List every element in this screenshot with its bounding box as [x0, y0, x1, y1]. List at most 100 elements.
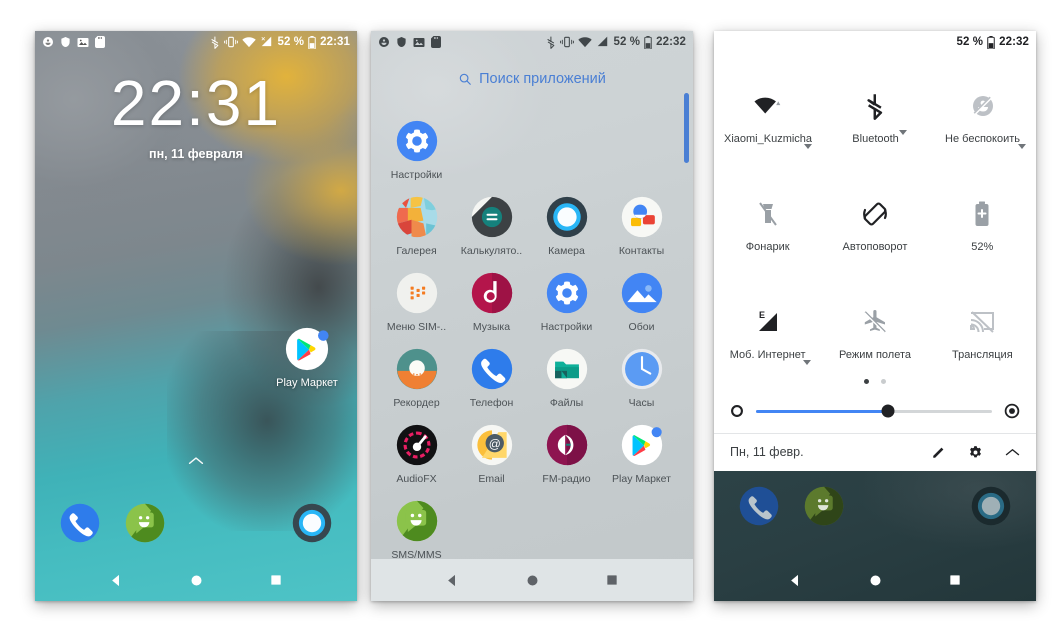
qs-tile-label: Режим полета	[838, 349, 911, 361]
app-row: Рекордер Телефон Файлы Часы	[379, 343, 683, 409]
app-sim-menu[interactable]: Меню SIM-..	[379, 267, 454, 333]
app-calculator[interactable]: Калькулято..	[454, 191, 529, 257]
app-label: Контакты	[618, 245, 665, 257]
music-icon	[470, 271, 514, 315]
drawer-scrollbar[interactable]	[684, 93, 689, 163]
sd-card-icon	[95, 36, 105, 48]
brightness-slider[interactable]	[756, 404, 992, 418]
app-music[interactable]: Музыка	[454, 267, 529, 333]
qs-tile-battery-saver[interactable]: 52%	[929, 187, 1036, 283]
svg-text:E: E	[759, 310, 765, 320]
qs-tile-do-not-disturb[interactable]: Не беспокоить	[929, 79, 1036, 175]
status-bar-right-icons: 52 % 22:32	[956, 35, 1029, 49]
dock-icon-sms-mms[interactable]	[124, 502, 166, 544]
app-phone[interactable]: Телефон	[454, 343, 529, 409]
phone-quick-settings: 52 % 22:32 Xiaomi_Kuzmicha Bluetooth Не …	[714, 31, 1036, 601]
settings-icon	[395, 119, 439, 163]
wifi-icon	[242, 36, 257, 48]
home-icon[interactable]	[189, 573, 204, 588]
app-grid: Настройки Галерея Калькулято.. Камера Ко…	[379, 115, 683, 561]
collapse-icon[interactable]	[1005, 447, 1020, 457]
shield-icon	[396, 36, 407, 48]
app-files[interactable]: Файлы	[529, 343, 604, 409]
svg-text:@: @	[488, 437, 500, 451]
chevron-down-icon[interactable]	[803, 360, 812, 365]
app-empty	[454, 115, 529, 181]
app-clock[interactable]: Часы	[604, 343, 679, 409]
chevron-down-icon[interactable]	[899, 130, 908, 135]
app-sms-mms[interactable]: SMS/MMS	[379, 495, 454, 561]
app-label: Рекордер	[393, 397, 440, 409]
brightness-low-icon	[730, 404, 744, 418]
shield-icon	[60, 36, 71, 48]
auto-rotate-icon	[821, 197, 928, 231]
app-label: Галерея	[396, 245, 437, 257]
qs-tile-wifi[interactable]: Xiaomi_Kuzmicha	[714, 79, 822, 175]
screenshot-canvas: 52 % 22:31 22:31 пн, 11 февраля Play Мар…	[0, 0, 1064, 632]
recents-icon[interactable]	[948, 573, 962, 587]
app-play-market[interactable]: Play Маркет	[604, 419, 679, 485]
back-icon[interactable]	[445, 573, 460, 588]
mobile-signal-icon	[596, 36, 609, 48]
app-recorder[interactable]: Рекордер	[379, 343, 454, 409]
edit-icon[interactable]	[931, 445, 946, 460]
qs-tile-label: Трансляция	[951, 349, 1013, 361]
app-email[interactable]: @ Email	[454, 419, 529, 485]
navigation-bar	[35, 559, 357, 601]
qs-tile-flashlight[interactable]: Фонарик	[714, 187, 821, 283]
app-label: Калькулято..	[460, 245, 523, 257]
do-not-disturb-icon	[42, 36, 54, 48]
back-icon[interactable]	[788, 573, 803, 588]
chevron-down-icon[interactable]	[804, 144, 813, 149]
status-bar-clock: 22:32	[656, 36, 686, 48]
app-audiofx[interactable]: AudioFX	[379, 419, 454, 485]
app-contacts[interactable]: Контакты	[604, 191, 679, 257]
pager-dot	[881, 379, 887, 384]
qs-tile-bluetooth[interactable]: Bluetooth	[822, 79, 929, 175]
app-camera[interactable]: Камера	[529, 191, 604, 257]
home-icon-play-market[interactable]: Play Маркет	[275, 326, 339, 389]
app-row: SMS/MMS	[379, 495, 683, 561]
qs-tile-auto-rotate[interactable]: Автоповорот	[821, 187, 928, 283]
app-empty	[604, 115, 679, 181]
dock-icon-camera[interactable]	[970, 485, 1012, 527]
brightness-fill	[756, 409, 889, 413]
vibrate-icon	[224, 36, 239, 48]
wifi-icon	[578, 36, 593, 48]
phone-lock-home-screen: 52 % 22:31 22:31 пн, 11 февраля Play Мар…	[35, 31, 357, 601]
recents-icon[interactable]	[269, 573, 283, 587]
navigation-bar	[371, 559, 693, 601]
app-label: FM-радио	[542, 473, 591, 485]
quick-settings-row: Фонарик Автоповорот 52%	[714, 187, 1036, 283]
battery-percent-label: 52 %	[956, 36, 984, 48]
home-icon[interactable]	[525, 573, 540, 588]
dock-icon-phone[interactable]	[59, 502, 101, 544]
back-icon[interactable]	[109, 573, 124, 588]
phone-icon	[470, 347, 514, 391]
bluetooth-icon	[547, 36, 556, 49]
app-gallery[interactable]: Галерея	[379, 191, 454, 257]
qs-tile-label: Фонарик	[745, 241, 790, 253]
battery-icon	[987, 35, 995, 49]
app-fm-radio[interactable]: FM-радио	[529, 419, 604, 485]
status-bar-left-icons	[42, 36, 105, 48]
app-settings-2[interactable]: Настройки	[529, 267, 604, 333]
dock-icon-sms-mms[interactable]	[803, 485, 845, 527]
gear-icon[interactable]	[968, 445, 983, 460]
footer-date: Пн, 11 февр.	[730, 445, 804, 459]
recents-icon[interactable]	[605, 573, 619, 587]
app-search-bar[interactable]: Поиск приложений	[371, 67, 693, 91]
dock-icon-camera[interactable]	[291, 502, 333, 544]
home-icon[interactable]	[868, 573, 883, 588]
dock-icon-phone[interactable]	[738, 485, 780, 527]
chevron-up-icon[interactable]	[35, 456, 357, 465]
app-empty	[454, 495, 529, 561]
files-icon	[545, 347, 589, 391]
settings-icon	[545, 271, 589, 315]
chevron-down-icon[interactable]	[1018, 144, 1027, 149]
brightness-auto-icon[interactable]	[1004, 403, 1020, 419]
brightness-thumb[interactable]	[881, 404, 895, 418]
quick-settings-pager[interactable]	[714, 371, 1036, 389]
app-wallpaper[interactable]: Обои	[604, 267, 679, 333]
app-settings[interactable]: Настройки	[379, 115, 454, 181]
